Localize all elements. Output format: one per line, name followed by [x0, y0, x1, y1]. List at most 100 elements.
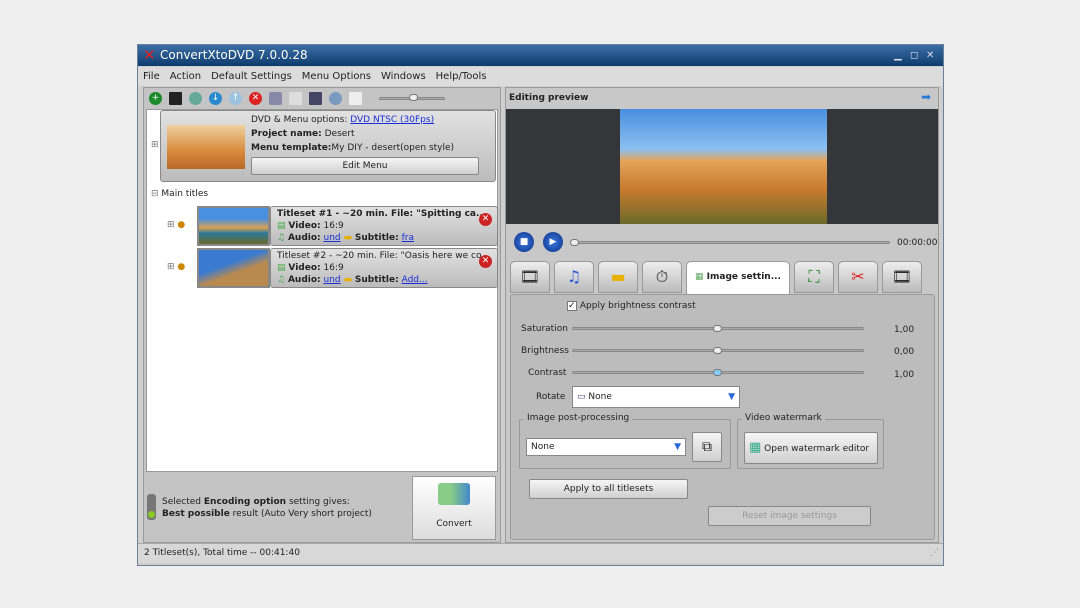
- open-watermark-editor-button[interactable]: ▦ Open watermark editor: [744, 432, 878, 464]
- saturation-knob[interactable]: [713, 325, 722, 332]
- titleset-thumbnail[interactable]: [197, 248, 270, 288]
- tab-audio-icon[interactable]: ♫: [554, 261, 594, 293]
- tools-icon[interactable]: [269, 91, 282, 105]
- post-processing-label: Image post-processing: [524, 413, 633, 423]
- toolbar: + ↓ ↑ ✕: [144, 88, 500, 108]
- remove-titleset-icon[interactable]: ✕: [479, 213, 492, 226]
- tab-image-settings[interactable]: ▦ Image settin...: [686, 261, 790, 295]
- saturation-value: 1,00: [894, 325, 915, 335]
- tab-chapters-icon[interactable]: ⏱: [642, 261, 682, 293]
- page-icon[interactable]: [349, 91, 362, 105]
- subtitle-link[interactable]: fra: [402, 233, 414, 243]
- titleset-card[interactable]: Titleset #1 - ~20 min. File: "Spitting c…: [270, 206, 498, 246]
- subtitle-label: Subtitle:: [354, 233, 399, 243]
- convert-button[interactable]: Convert: [412, 476, 496, 540]
- tab-crop-icon[interactable]: ⛶: [794, 261, 834, 293]
- reset-image-settings-button[interactable]: Reset image settings: [708, 506, 871, 526]
- seek-knob[interactable]: [570, 239, 579, 246]
- audio-icon: ♫: [277, 233, 286, 243]
- slider-knob[interactable]: [409, 94, 418, 101]
- audio-link[interactable]: und: [324, 233, 341, 243]
- time-display: 00:00:00: [897, 238, 938, 248]
- document-icon[interactable]: [289, 91, 302, 105]
- video-icon: ▤: [277, 221, 286, 231]
- subtitle-icon: ▬: [343, 233, 353, 243]
- titleset-card[interactable]: Titleset #2 - ~20 min. File: "Oasis here…: [270, 248, 498, 288]
- video-value: 16:9: [323, 263, 344, 273]
- subtitle-icon: ▬: [343, 275, 353, 285]
- apply-to-all-button[interactable]: Apply to all titlesets: [529, 479, 688, 499]
- menu-action[interactable]: Action: [170, 71, 201, 82]
- expand-icon[interactable]: ⊞ ●: [167, 220, 185, 230]
- menu-windows[interactable]: Windows: [381, 71, 426, 82]
- settings-icon[interactable]: [189, 91, 202, 105]
- person-icon: ●: [177, 220, 186, 230]
- tab-filmstrip-icon[interactable]: 🎞: [882, 261, 922, 293]
- remove-titleset-icon[interactable]: ✕: [479, 255, 492, 268]
- save-icon[interactable]: [169, 91, 182, 105]
- convert-icon: [438, 483, 470, 505]
- expand-icon[interactable]: ⊞: [151, 140, 159, 150]
- main-titles-label: Main titles: [161, 189, 209, 199]
- tab-subtitle-icon[interactable]: ▬: [598, 261, 638, 293]
- contrast-knob[interactable]: [713, 369, 722, 376]
- menu-help-tools[interactable]: Help/Tools: [436, 71, 487, 82]
- tab-cut-icon[interactable]: ✂: [838, 261, 878, 293]
- tab-video-icon[interactable]: 🎞: [510, 261, 550, 293]
- menu-template-value: My DIY - desert(open style): [331, 143, 455, 153]
- move-up-icon[interactable]: ↑: [229, 91, 242, 105]
- zoom-slider[interactable]: [379, 93, 445, 103]
- audio-icon: ♫: [277, 275, 286, 285]
- arrow-right-icon[interactable]: ➡: [921, 90, 931, 104]
- saturation-label: Saturation: [521, 324, 568, 334]
- brightness-knob[interactable]: [713, 347, 722, 354]
- menu-default-settings[interactable]: Default Settings: [211, 71, 292, 82]
- project-card[interactable]: DVD & Menu options: DVD NTSC (30Fps) Pro…: [160, 110, 496, 182]
- add-subtitle-link[interactable]: Add...: [402, 275, 428, 285]
- titleset-title: Titleset #1 - ~20 min. File: "Spitting c…: [277, 209, 487, 219]
- disc-icon[interactable]: [329, 91, 342, 105]
- video-label: Video:: [288, 263, 321, 273]
- move-down-icon[interactable]: ↓: [209, 91, 222, 105]
- stop-button[interactable]: ■: [514, 232, 534, 252]
- watermark-icon: ▦: [749, 440, 762, 455]
- contrast-value: 1,00: [894, 370, 915, 380]
- edit-menu-button[interactable]: Edit Menu: [251, 157, 479, 175]
- audio-link[interactable]: und: [324, 275, 341, 285]
- titleset-title: Titleset #2 - ~20 min. File: "Oasis here…: [277, 251, 490, 261]
- collapse-icon[interactable]: ⊟: [151, 189, 159, 199]
- dropdown-arrow-icon: ▼: [728, 392, 735, 402]
- person-icon: ●: [177, 262, 186, 272]
- maximize-button[interactable]: ◻: [910, 45, 918, 66]
- video-icon: ▤: [277, 263, 286, 273]
- status-text: 2 Titleset(s), Total time -- 00:41:40: [144, 548, 300, 558]
- minimize-button[interactable]: ▁: [894, 45, 902, 66]
- add-icon[interactable]: +: [149, 91, 162, 105]
- menu-menu-options[interactable]: Menu Options: [302, 71, 371, 82]
- expand-icon[interactable]: ⊞ ●: [167, 262, 185, 272]
- menu-template-label: Menu template:: [251, 143, 332, 153]
- project-panel: + ↓ ↑ ✕ ⊞ DVD & Menu options: DVD NTSC (…: [143, 87, 501, 543]
- post-processing-dropdown[interactable]: None ▼: [526, 438, 686, 456]
- tab-bar: 🎞 ♫ ▬ ⏱ ▦ Image settin... ⛶ ✂ 🎞: [510, 261, 935, 295]
- copy-settings-button[interactable]: ⧉: [692, 432, 722, 462]
- play-button[interactable]: ▶: [543, 232, 563, 252]
- title-bar: ConvertXtoDVD 7.0.0.28: [138, 45, 943, 66]
- titleset-thumbnail[interactable]: [197, 206, 270, 246]
- rotate-dropdown[interactable]: ▭ None ▼: [572, 386, 740, 408]
- encoding-info: Selected Encoding option setting gives: …: [162, 497, 372, 519]
- image-settings-panel: ✓ Apply brightness contrast Saturation 1…: [510, 294, 935, 540]
- preview-image: [620, 109, 827, 224]
- dvd-options-link[interactable]: DVD NTSC (30Fps): [350, 115, 434, 125]
- brightness-label: Brightness: [521, 346, 569, 356]
- resize-grip-icon[interactable]: ⋰: [930, 544, 939, 562]
- close-button[interactable]: ✕: [926, 45, 934, 66]
- dropdown-arrow-icon: ▼: [674, 442, 681, 452]
- monitor-icon[interactable]: [309, 91, 322, 105]
- app-window: ConvertXtoDVD 7.0.0.28 ✕ ▁ ◻ ✕ File Actio…: [137, 44, 944, 566]
- menu-file[interactable]: File: [143, 71, 160, 82]
- apply-brightness-checkbox[interactable]: ✓ Apply brightness contrast: [567, 301, 696, 311]
- video-value: 16:9: [323, 221, 344, 231]
- remove-icon[interactable]: ✕: [249, 91, 262, 105]
- seek-bar[interactable]: [572, 241, 890, 244]
